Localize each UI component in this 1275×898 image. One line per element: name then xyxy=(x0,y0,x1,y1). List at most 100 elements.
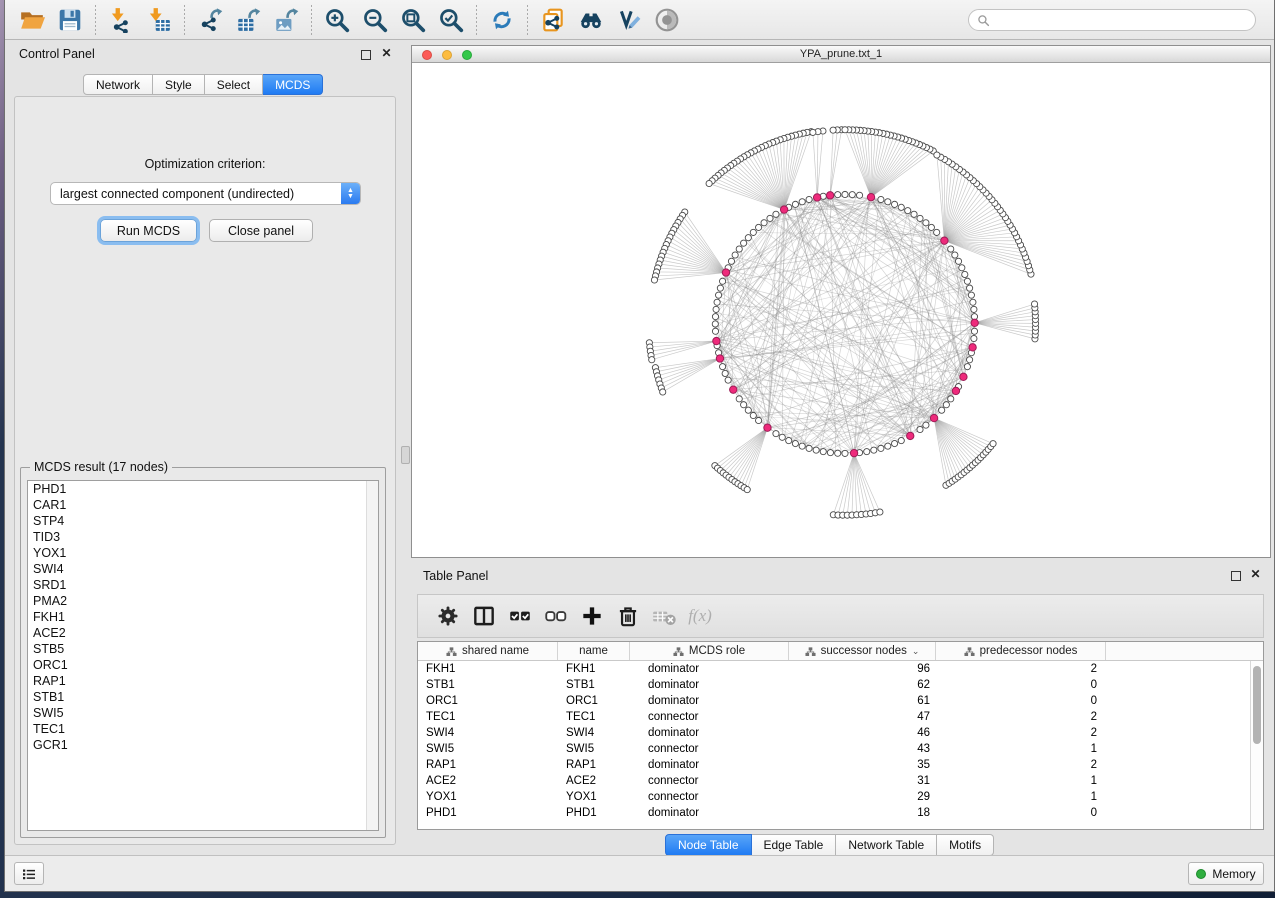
network-node[interactable] xyxy=(750,412,756,418)
network-node[interactable] xyxy=(827,450,833,456)
network-node[interactable] xyxy=(755,224,761,230)
mcds-node[interactable] xyxy=(867,193,874,200)
gear-button[interactable] xyxy=(430,599,466,633)
network-node[interactable] xyxy=(713,306,719,312)
delete-column-button[interactable] xyxy=(610,599,646,633)
mcds-result-item[interactable]: STP4 xyxy=(28,513,378,529)
table-row[interactable]: YOX1YOX1connector291 xyxy=(418,789,1250,805)
tab-edge-table[interactable]: Edge Table xyxy=(752,834,837,856)
network-node[interactable] xyxy=(952,252,958,258)
mcds-result-item[interactable]: STB1 xyxy=(28,689,378,705)
splitter-handle-icon[interactable] xyxy=(401,446,410,464)
mcds-node[interactable] xyxy=(969,344,976,351)
table-row[interactable]: TEC1TEC1connector472 xyxy=(418,709,1250,725)
network-node[interactable] xyxy=(962,271,968,277)
mcds-node[interactable] xyxy=(960,373,967,380)
network-node[interactable] xyxy=(971,335,977,341)
network-node[interactable] xyxy=(717,285,723,291)
network-node[interactable] xyxy=(878,196,884,202)
network-node[interactable] xyxy=(719,364,725,370)
table-row[interactable]: PHD1PHD1dominator180 xyxy=(418,805,1250,821)
network-node[interactable] xyxy=(878,445,884,451)
export-network-button[interactable] xyxy=(191,4,229,36)
network-node[interactable] xyxy=(706,180,712,186)
network-node[interactable] xyxy=(714,299,720,305)
mcds-node[interactable] xyxy=(813,194,820,201)
mcds-result-list[interactable]: PHD1CAR1STP4TID3YOX1SWI4SRD1PMA2FKH1ACE2… xyxy=(27,480,379,831)
mcds-result-item[interactable]: TID3 xyxy=(28,529,378,545)
network-node[interactable] xyxy=(967,285,973,291)
network-node[interactable] xyxy=(745,235,751,241)
network-node[interactable] xyxy=(773,431,779,437)
table-row[interactable]: ACE2ACE2connector311 xyxy=(418,773,1250,789)
network-node[interactable] xyxy=(917,215,923,221)
network-node[interactable] xyxy=(917,426,923,432)
table-row[interactable]: STB1STB1dominator620 xyxy=(418,677,1250,693)
column-header-MCDS-role[interactable]: MCDS role xyxy=(630,642,789,660)
network-node[interactable] xyxy=(835,450,841,456)
network-node[interactable] xyxy=(830,127,836,133)
zoom-in-button[interactable] xyxy=(318,4,356,36)
network-node[interactable] xyxy=(877,509,883,515)
network-node[interactable] xyxy=(923,422,929,428)
network-node[interactable] xyxy=(736,396,742,402)
mcds-node[interactable] xyxy=(722,269,729,276)
open-session-button[interactable] xyxy=(13,4,51,36)
tab-node-table[interactable]: Node Table xyxy=(665,834,752,856)
tab-select[interactable]: Select xyxy=(205,74,263,95)
float-panel-icon[interactable] xyxy=(361,50,371,60)
network-node[interactable] xyxy=(761,220,767,226)
network-node[interactable] xyxy=(959,265,965,271)
network-node[interactable] xyxy=(923,220,929,226)
mcds-node[interactable] xyxy=(730,386,737,393)
network-node[interactable] xyxy=(779,434,785,440)
column-header-predecessor-nodes[interactable]: predecessor nodes xyxy=(936,642,1106,660)
add-column-button[interactable] xyxy=(574,599,610,633)
network-canvas[interactable] xyxy=(412,63,1270,557)
network-node[interactable] xyxy=(967,357,973,363)
network-node[interactable] xyxy=(939,407,945,413)
network-node[interactable] xyxy=(715,292,721,298)
column-header-shared-name[interactable]: shared name xyxy=(418,642,558,660)
network-node[interactable] xyxy=(820,449,826,455)
mcds-result-item[interactable]: ORC1 xyxy=(28,657,378,673)
network-node[interactable] xyxy=(786,437,792,443)
mcds-result-item[interactable]: GCR1 xyxy=(28,737,378,753)
network-node[interactable] xyxy=(891,201,897,207)
tab-motifs[interactable]: Motifs xyxy=(937,834,994,856)
mcds-result-item[interactable]: RAP1 xyxy=(28,673,378,689)
mcds-node[interactable] xyxy=(716,355,723,362)
mcds-result-item[interactable]: TEC1 xyxy=(28,721,378,737)
memory-button[interactable]: Memory xyxy=(1188,862,1264,885)
network-node[interactable] xyxy=(799,443,805,449)
network-node[interactable] xyxy=(964,364,970,370)
mcds-node[interactable] xyxy=(941,237,948,244)
network-node[interactable] xyxy=(849,192,855,198)
task-history-button[interactable] xyxy=(14,862,44,885)
tab-style[interactable]: Style xyxy=(153,74,205,95)
optimization-criterion-select[interactable]: largest connected component (undirected)… xyxy=(50,182,361,205)
network-node[interactable] xyxy=(891,440,897,446)
mcds-node[interactable] xyxy=(952,387,959,394)
table-row[interactable]: FKH1FKH1dominator962 xyxy=(418,661,1250,677)
network-node[interactable] xyxy=(934,229,940,235)
close-table-panel-icon[interactable]: ✕ xyxy=(1249,569,1262,582)
network-node[interactable] xyxy=(773,211,779,217)
network-node[interactable] xyxy=(755,417,761,423)
network-node[interactable] xyxy=(732,252,738,258)
network-node[interactable] xyxy=(835,192,841,198)
search-input[interactable] xyxy=(995,13,1247,27)
columns-button[interactable] xyxy=(466,599,502,633)
network-node[interactable] xyxy=(943,402,949,408)
network-node[interactable] xyxy=(968,292,974,298)
network-node[interactable] xyxy=(806,196,812,202)
table-row[interactable]: RAP1RAP1dominator352 xyxy=(418,757,1250,773)
network-node[interactable] xyxy=(971,328,977,334)
network-node[interactable] xyxy=(741,402,747,408)
select-all-button[interactable] xyxy=(502,599,538,633)
first-neighbors-button[interactable] xyxy=(572,4,610,36)
save-session-button[interactable] xyxy=(51,4,89,36)
mcds-result-item[interactable]: YOX1 xyxy=(28,545,378,561)
mcds-node[interactable] xyxy=(930,414,937,421)
network-node[interactable] xyxy=(955,258,961,264)
